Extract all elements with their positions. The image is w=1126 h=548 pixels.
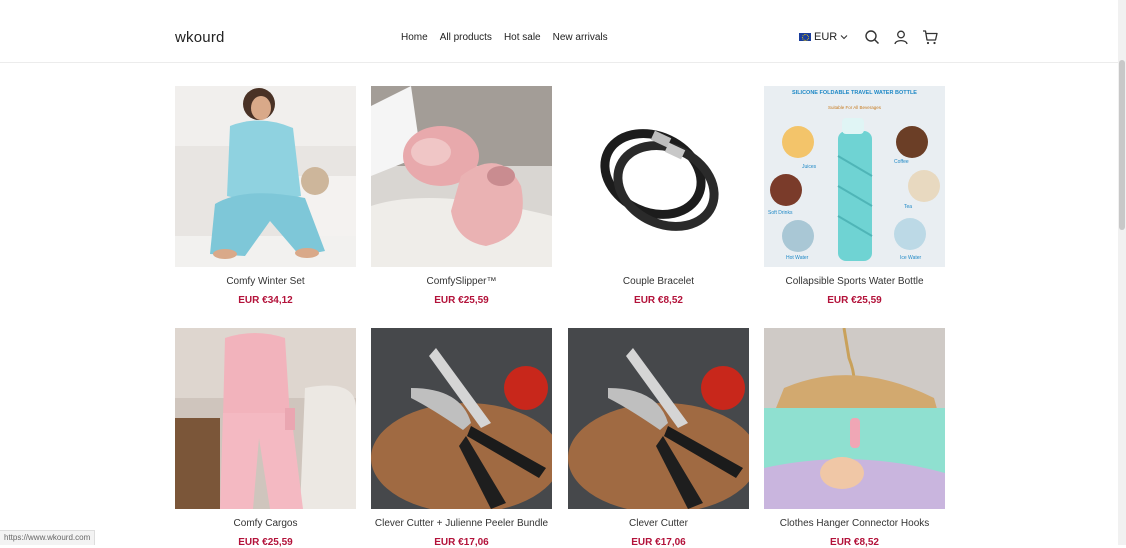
- product-price: EUR €25,59: [434, 295, 489, 306]
- product-price: EUR €8,52: [634, 295, 683, 306]
- product-image[interactable]: [568, 86, 749, 267]
- product-title[interactable]: Couple Bracelet: [568, 276, 749, 287]
- store-logo[interactable]: wkourd: [175, 29, 225, 46]
- product-image[interactable]: [371, 328, 552, 509]
- product-image[interactable]: [568, 328, 749, 509]
- product-price: EUR €34,12: [238, 295, 293, 306]
- nav-all-products[interactable]: All products: [440, 32, 492, 43]
- scrollbar-thumb[interactable]: [1119, 60, 1125, 230]
- image-label: Hot Water: [786, 255, 809, 261]
- cart-icon[interactable]: [922, 29, 938, 45]
- product-price: EUR €8,52: [830, 537, 879, 548]
- product-card[interactable]: Comfy Cargos EUR €25,59: [175, 328, 356, 548]
- nav-home[interactable]: Home: [401, 32, 428, 43]
- image-label: Tea: [904, 204, 912, 210]
- currency-label: EUR: [814, 31, 838, 43]
- product-price: EUR €17,06: [434, 537, 489, 548]
- product-card[interactable]: SILICONE FOLDABLE TRAVEL WATER BOTTLE Su…: [764, 86, 945, 306]
- eu-flag-icon: [799, 33, 811, 41]
- product-image[interactable]: [175, 328, 356, 509]
- product-card[interactable]: Comfy Winter Set EUR €34,12: [175, 86, 356, 306]
- image-label: Juices: [802, 164, 817, 170]
- product-title[interactable]: Clothes Hanger Connector Hooks: [764, 518, 945, 529]
- product-card[interactable]: Clothes Hanger Connector Hooks EUR €8,52: [764, 328, 945, 548]
- nav-hot-sale[interactable]: Hot sale: [504, 32, 541, 43]
- product-price: EUR €17,06: [631, 537, 686, 548]
- image-label: Ice Water: [900, 255, 922, 261]
- status-url: https://www.wkourd.com: [0, 530, 96, 545]
- image-label: Soft Drinks: [768, 210, 793, 216]
- product-card[interactable]: ComfySlipper™ EUR €25,59: [371, 86, 552, 306]
- product-title[interactable]: Comfy Cargos: [175, 518, 356, 529]
- currency-selector[interactable]: EUR: [799, 31, 849, 43]
- product-image[interactable]: [371, 86, 552, 267]
- product-title[interactable]: Collapsible Sports Water Bottle: [764, 276, 945, 287]
- product-title[interactable]: Clever Cutter + Julienne Peeler Bundle: [371, 518, 552, 529]
- main-nav: Home All products Hot sale New arrivals: [401, 32, 608, 43]
- image-heading-1: SILICONE FOLDABLE TRAVEL WATER BOTTLE: [792, 90, 917, 96]
- nav-new-arrivals[interactable]: New arrivals: [553, 32, 608, 43]
- product-card[interactable]: Clever Cutter EUR €17,06: [568, 328, 749, 548]
- image-subheading: Suitable For All Beverages: [828, 105, 882, 110]
- chevron-down-icon: [840, 35, 848, 40]
- user-icon[interactable]: [893, 29, 909, 45]
- product-title[interactable]: Clever Cutter: [568, 518, 749, 529]
- search-icon[interactable]: [864, 29, 880, 45]
- product-image[interactable]: [764, 328, 945, 509]
- product-image[interactable]: SILICONE FOLDABLE TRAVEL WATER BOTTLE Su…: [764, 86, 945, 267]
- product-card[interactable]: Couple Bracelet EUR €8,52: [568, 86, 749, 306]
- page-scrollbar[interactable]: [1118, 0, 1126, 545]
- product-title[interactable]: ComfySlipper™: [371, 276, 552, 287]
- image-label: Coffee: [894, 159, 909, 165]
- product-title[interactable]: Comfy Winter Set: [175, 276, 356, 287]
- product-image[interactable]: [175, 86, 356, 267]
- product-price: EUR €25,59: [238, 537, 293, 548]
- site-header: wkourd Home All products Hot sale New ar…: [0, 0, 1118, 63]
- product-price: EUR €25,59: [827, 295, 882, 306]
- product-card[interactable]: Clever Cutter + Julienne Peeler Bundle E…: [371, 328, 552, 548]
